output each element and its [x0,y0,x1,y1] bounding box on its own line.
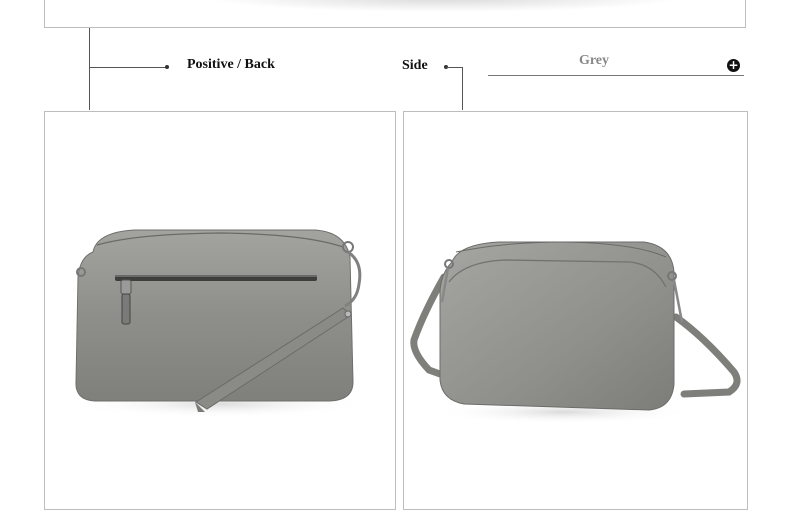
connector-left-horizontal [89,67,167,68]
connector-left-vertical [89,28,90,110]
positive-back-label: Positive / Back [187,57,275,72]
bag-back-illustration [70,229,370,418]
bag-side-illustration [410,241,741,424]
side-view-image [403,111,748,510]
top-image-frame [44,0,746,28]
back-view-image [44,111,396,510]
connector-side-horizontal [446,67,462,68]
top-image-shadow [205,0,685,12]
side-label: Side [402,58,428,73]
color-option-label: Grey [578,53,610,68]
connector-left-dot [165,65,169,69]
plus-circle-icon[interactable]: + [727,59,740,72]
connector-side-vertical [462,67,463,110]
color-option-underline [488,75,744,76]
